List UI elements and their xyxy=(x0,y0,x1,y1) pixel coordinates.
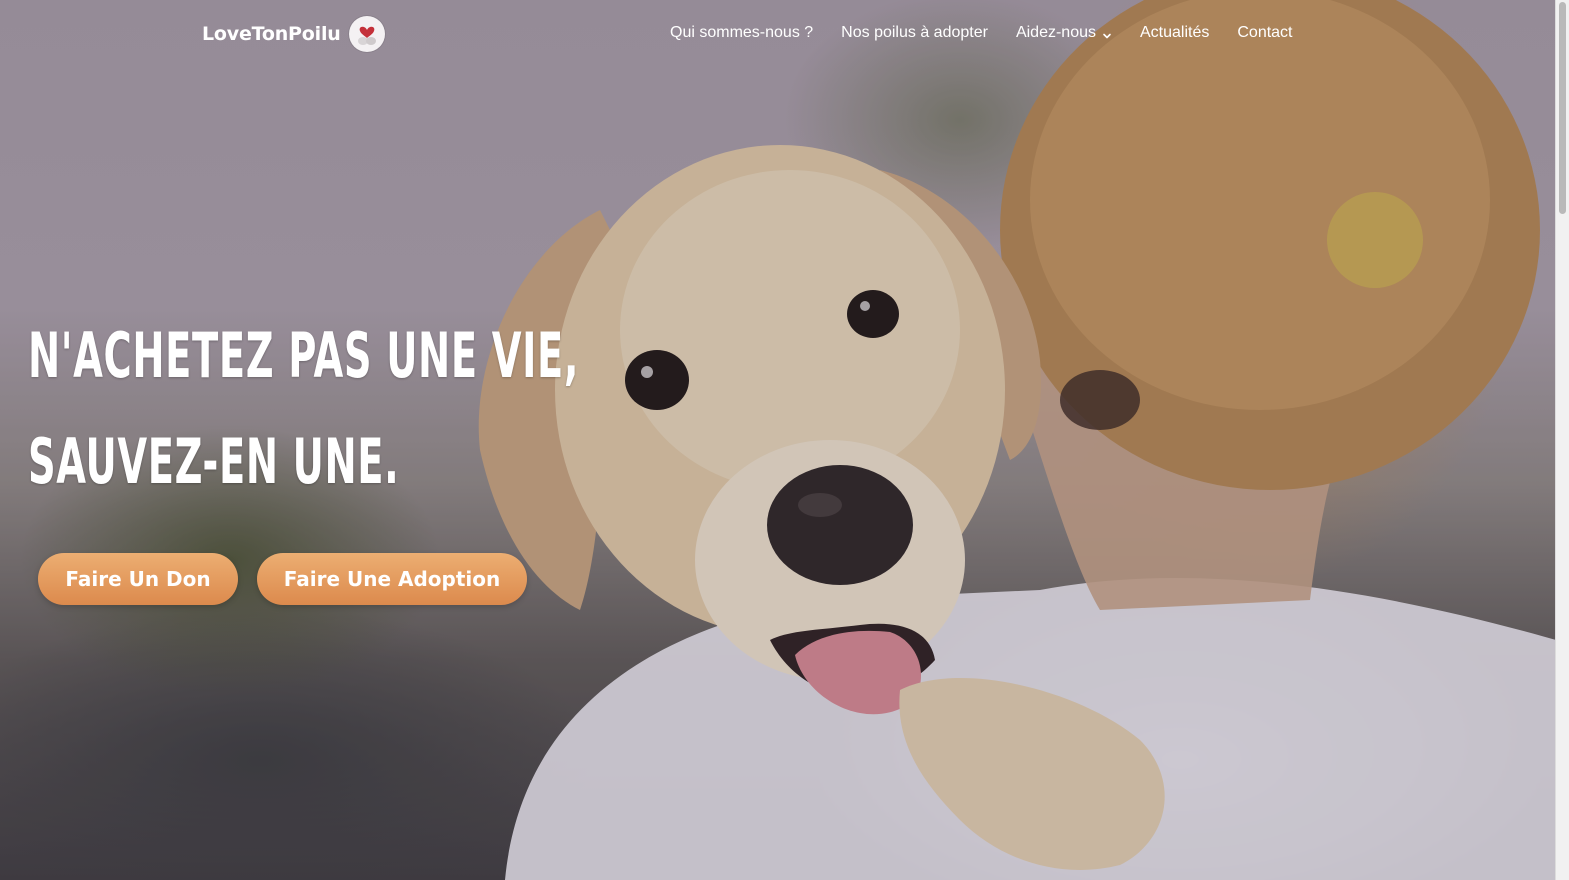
page-scrollbar[interactable] xyxy=(1555,0,1569,880)
nav-item-qui-sommes-nous[interactable]: Qui sommes-nous ? xyxy=(670,24,813,42)
adoption-button[interactable]: Faire Une Adoption xyxy=(257,553,527,605)
heart-dog-icon xyxy=(348,16,385,52)
nav-item-aidez-nous[interactable]: Aidez-nous xyxy=(1016,24,1112,42)
nav-item-aidez-nous-label: Aidez-nous xyxy=(1015,24,1096,41)
hero-headline: N'achetez pas une vie, sauvez-en une. xyxy=(28,303,580,515)
donate-button[interactable]: Faire Un Don xyxy=(38,553,238,605)
nav-item-actualites[interactable]: Actualités xyxy=(1140,24,1209,42)
main-navigation: Qui sommes-nous ? Nos poilus à adopter A… xyxy=(670,24,1293,42)
nav-item-nos-poilus[interactable]: Nos poilus à adopter xyxy=(841,24,988,42)
nav-item-contact[interactable]: Contact xyxy=(1237,24,1292,42)
site-header: LoveTonPoilu Qui sommes-nous ? Nos poilu… xyxy=(0,0,1556,72)
chevron-down-icon xyxy=(1102,28,1112,39)
site-logo[interactable]: LoveTonPoilu xyxy=(202,16,385,52)
hero-headline-line-2: sauvez-en une. xyxy=(28,425,400,499)
logo-text: LoveTonPoilu xyxy=(202,23,341,45)
hero-headline-line-1: N'achetez pas une vie, xyxy=(28,319,580,393)
scrollbar-thumb[interactable] xyxy=(1559,2,1566,214)
